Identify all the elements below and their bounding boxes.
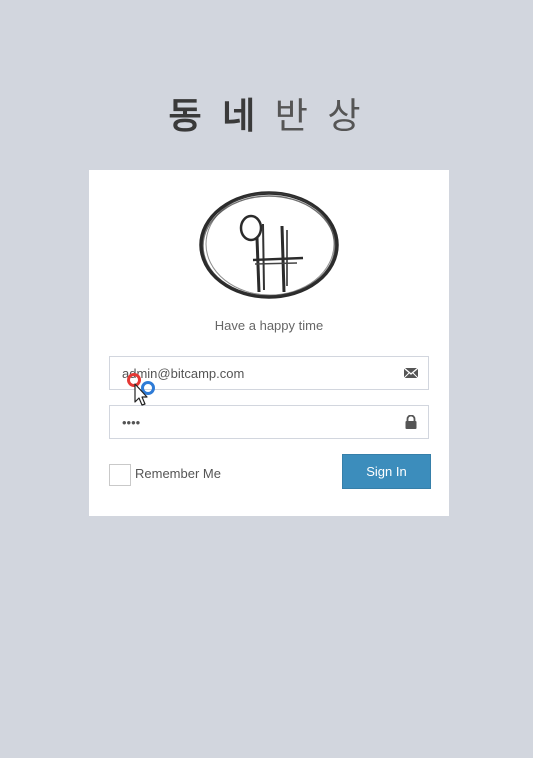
password-input[interactable] — [110, 406, 392, 438]
sign-in-button[interactable]: Sign In — [342, 454, 431, 489]
app-title: 동 네 반 상 — [0, 95, 533, 139]
login-card: Have a happy time Remember Me Sign In — [89, 170, 449, 516]
logo-icon — [199, 191, 339, 299]
remember-me-label: Remember Me — [135, 466, 221, 481]
cursor-click-indicator-icon — [127, 373, 155, 406]
envelope-icon — [403, 367, 419, 379]
password-field[interactable] — [109, 405, 429, 439]
lock-icon — [405, 415, 417, 429]
app-title-bold: 동 네 — [168, 96, 260, 137]
app-title-light: 반 상 — [274, 96, 365, 137]
remember-me-checkbox[interactable] — [109, 464, 131, 486]
tagline: Have a happy time — [214, 318, 324, 333]
